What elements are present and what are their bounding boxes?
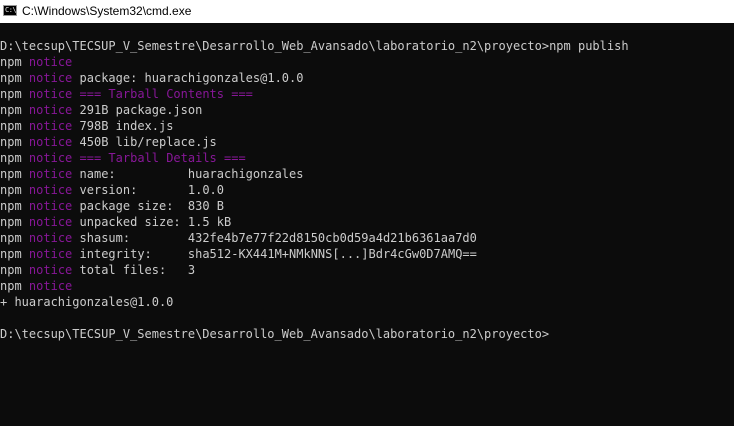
npm-prefix: npm: [0, 199, 22, 213]
prompt-line[interactable]: D:\tecsup\TECSUP_V_Semestre\Desarrollo_W…: [0, 326, 734, 342]
npm-line: npm notice integrity: sha512-KX441M+NMkN…: [0, 246, 734, 262]
npm-line: npm notice 450B lib/replace.js: [0, 134, 734, 150]
npm-line: npm notice package: huarachigonzales@1.0…: [0, 70, 734, 86]
npm-prefix: npm: [0, 103, 22, 117]
npm-section-header: === Tarball Details ===: [79, 151, 246, 165]
npm-line: npm notice total files: 3: [0, 262, 734, 278]
npm-message: integrity: sha512-KX441M+NMkNNS[...]Bdr4…: [79, 247, 477, 261]
npm-prefix: npm: [0, 263, 22, 277]
npm-prefix: npm: [0, 215, 22, 229]
npm-prefix: npm: [0, 135, 22, 149]
npm-line: npm notice === Tarball Contents ===: [0, 86, 734, 102]
window-title: C:\Windows\System32\cmd.exe: [22, 4, 192, 18]
npm-message: name: huarachigonzales: [79, 167, 304, 181]
npm-level-notice: notice: [28, 87, 73, 101]
npm-prefix: npm: [0, 87, 22, 101]
npm-level-notice: notice: [28, 263, 73, 277]
npm-line: npm notice: [0, 278, 734, 294]
published-line: + huarachigonzales@1.0.0: [0, 295, 174, 309]
npm-section-header: === Tarball Contents ===: [79, 87, 253, 101]
npm-output-lines: npm notice npm notice package: huarachigo…: [0, 54, 734, 294]
npm-prefix: npm: [0, 167, 22, 181]
npm-level-notice: notice: [28, 71, 73, 85]
npm-level-notice: notice: [28, 119, 73, 133]
cmd-icon: C:\: [3, 5, 17, 16]
npm-message: unpacked size: 1.5 kB: [79, 215, 232, 229]
npm-line: npm notice name: huarachigonzales: [0, 166, 734, 182]
npm-line: npm notice 291B package.json: [0, 102, 734, 118]
npm-message: total files: 3: [79, 263, 196, 277]
npm-prefix: npm: [0, 151, 22, 165]
npm-message: package: huarachigonzales@1.0.0: [79, 71, 304, 85]
npm-level-notice: notice: [28, 247, 73, 261]
npm-level-notice: notice: [28, 151, 73, 165]
title-bar[interactable]: C:\ C:\Windows\System32\cmd.exe: [0, 0, 734, 23]
npm-message: package size: 830 B: [79, 199, 225, 213]
npm-level-notice: notice: [28, 183, 73, 197]
npm-line: npm notice 798B index.js: [0, 118, 734, 134]
command-line: D:\tecsup\TECSUP_V_Semestre\Desarrollo_W…: [0, 39, 629, 53]
npm-message: 291B package.json: [79, 103, 203, 117]
npm-line: npm notice unpacked size: 1.5 kB: [0, 214, 734, 230]
cmd-window: C:\ C:\Windows\System32\cmd.exe D:\tecsu…: [0, 0, 734, 426]
npm-level-notice: notice: [28, 103, 73, 117]
npm-line: npm notice shasum: 432fe4b7e77f22d8150cb…: [0, 230, 734, 246]
npm-prefix: npm: [0, 279, 22, 293]
npm-message: shasum: 432fe4b7e77f22d8150cb0d59a4d21b6…: [79, 231, 477, 245]
npm-message: version: 1.0.0: [79, 183, 225, 197]
npm-prefix: npm: [0, 231, 22, 245]
npm-line: npm notice version: 1.0.0: [0, 182, 734, 198]
npm-level-notice: notice: [28, 55, 73, 69]
npm-prefix: npm: [0, 247, 22, 261]
console-output[interactable]: D:\tecsup\TECSUP_V_Semestre\Desarrollo_W…: [0, 38, 734, 426]
npm-level-notice: notice: [28, 199, 73, 213]
cmd-icon-glyph: C:\: [5, 6, 17, 14]
npm-line: npm notice: [0, 54, 734, 70]
npm-prefix: npm: [0, 183, 22, 197]
npm-level-notice: notice: [28, 279, 73, 293]
npm-message: 450B lib/replace.js: [79, 135, 217, 149]
npm-message: 798B index.js: [79, 119, 174, 133]
npm-prefix: npm: [0, 71, 22, 85]
npm-prefix: npm: [0, 55, 22, 69]
npm-prefix: npm: [0, 119, 22, 133]
npm-level-notice: notice: [28, 135, 73, 149]
npm-line: npm notice package size: 830 B: [0, 198, 734, 214]
npm-level-notice: notice: [28, 167, 73, 181]
npm-line: npm notice === Tarball Details ===: [0, 150, 734, 166]
npm-level-notice: notice: [28, 215, 73, 229]
npm-level-notice: notice: [28, 231, 73, 245]
